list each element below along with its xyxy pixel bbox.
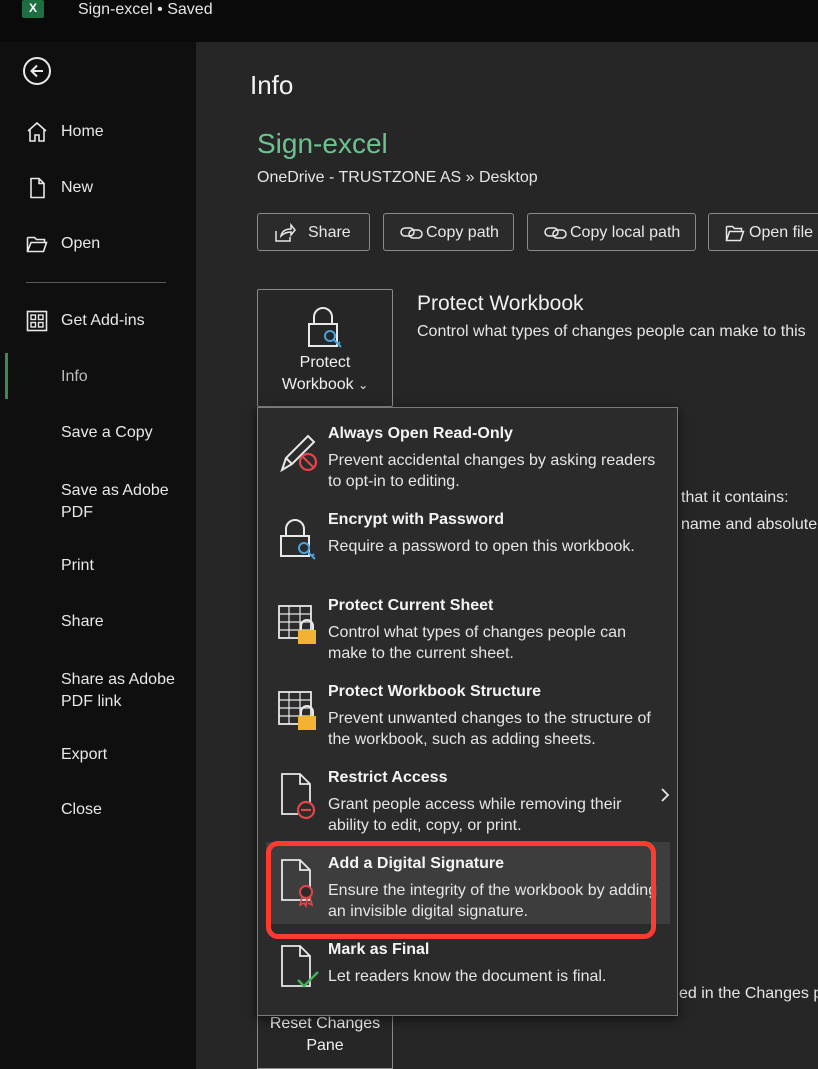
share-icon (275, 223, 296, 242)
sidebar-item-share-as-adobe-pdf-link[interactable]: Share as Adobe PDF link (0, 664, 196, 714)
workbook-lock-icon (278, 691, 316, 730)
pencil-blocked-icon (280, 434, 318, 473)
menu-item-encrypt-with-password[interactable]: Encrypt with Password Require a password… (266, 498, 670, 580)
protect-tile-line2: Workbook (281, 376, 354, 393)
menu-item-desc: Require a password to open this workbook… (328, 538, 635, 555)
folder-open-icon (725, 225, 745, 242)
sidebar-item-label: Save as Adobe PDF (61, 482, 169, 521)
document-restrict-icon (281, 773, 316, 820)
inspect-text-fragment-1: that it contains: (681, 489, 789, 506)
link-icon (400, 227, 423, 239)
open-file-location-button[interactable]: Open file (708, 213, 818, 251)
copy-local-path-button[interactable]: Copy local path (527, 213, 696, 251)
sidebar-item-get-add-ins[interactable]: Get Add-ins (0, 301, 196, 341)
inspect-text-fragment-2: name and absolute (681, 516, 818, 533)
lock-key-icon (308, 307, 342, 348)
sidebar-item-label: Close (61, 801, 102, 818)
file-path: OneDrive - TRUSTZONE AS » Desktop (257, 169, 538, 186)
menu-item-title: Protect Current Sheet (328, 597, 494, 614)
sidebar-item-label: Print (61, 557, 94, 574)
menu-item-protect-current-sheet[interactable]: Protect Current Sheet Control what types… (266, 584, 670, 666)
sidebar-item-label: Get Add-ins (61, 312, 145, 329)
sidebar-item-save-a-copy[interactable]: Save a Copy (0, 413, 196, 453)
menu-item-title: Mark as Final (328, 941, 430, 958)
new-document-icon (30, 177, 45, 199)
menu-item-desc: Prevent accidental changes by asking rea… (328, 452, 656, 490)
sidebar-item-label: Save a Copy (61, 424, 153, 441)
menu-item-title: Protect Workbook Structure (328, 683, 542, 700)
menu-item-mark-as-final[interactable]: Mark as Final Let readers know the docum… (266, 928, 670, 1010)
sidebar-item-open[interactable]: Open (0, 224, 196, 264)
sidebar-item-share[interactable]: Share (0, 602, 196, 642)
sidebar-item-label: Share as Adobe PDF link (61, 671, 175, 710)
protect-tile-line1: Protect (299, 354, 351, 371)
share-button[interactable]: Share (257, 213, 370, 251)
menu-item-desc: Grant people access while removing their… (328, 796, 622, 834)
excel-app-icon: X (22, 0, 44, 18)
sheet-lock-icon (278, 605, 316, 644)
menu-item-restrict-access[interactable]: Restrict Access Grant people access whil… (266, 756, 670, 838)
backstage-sidebar: Home New Open Get Add-ins Info Save a Co… (0, 42, 196, 1069)
sidebar-item-label: New (61, 179, 94, 196)
sidebar-item-label: Share (61, 613, 104, 630)
menu-item-desc: Control what types of changes people can… (328, 624, 626, 662)
back-arrow-icon[interactable] (23, 57, 51, 85)
sidebar-item-label: Export (61, 746, 108, 763)
document-check-icon (281, 945, 319, 988)
grid-icon (26, 310, 48, 332)
sidebar-item-label: Home (61, 123, 104, 140)
sidebar-item-home[interactable]: Home (0, 112, 196, 152)
page-title: Info (250, 70, 294, 100)
chevron-down-icon: ⌄ (358, 378, 369, 392)
sidebar-divider (26, 282, 166, 283)
menu-item-desc: Prevent unwanted changes to the structur… (328, 710, 651, 748)
protect-section-title: Protect Workbook (417, 292, 584, 315)
home-icon (27, 121, 47, 142)
changes-text-fragment: ed in the Changes p (679, 985, 818, 1002)
title-bar: X Sign-excel • Saved (0, 0, 818, 42)
protect-workbook-button[interactable]: Protect Workbook ⌄ (257, 289, 393, 407)
sidebar-item-close[interactable]: Close (0, 790, 196, 830)
sidebar-item-export[interactable]: Export (0, 735, 196, 775)
sidebar-item-label: Info (61, 368, 88, 385)
chevron-right-icon (661, 788, 670, 802)
protect-section-desc: Control what types of changes people can… (417, 323, 806, 340)
document-name: Sign-excel (78, 1, 153, 18)
save-status: Saved (167, 1, 213, 18)
reset-tile-line1: Reset Changes (269, 1015, 381, 1032)
menu-item-desc: Let readers know the document is final. (328, 968, 607, 985)
sidebar-item-label: Open (61, 235, 101, 252)
menu-item-title: Always Open Read-Only (328, 425, 513, 442)
copy-path-button[interactable]: Copy path (383, 213, 514, 251)
sidebar-item-info[interactable]: Info (0, 353, 196, 399)
menu-item-always-open-read-only[interactable]: Always Open Read-Only Prevent accidental… (266, 412, 670, 494)
title-separator: • (157, 1, 163, 18)
lock-key-icon (280, 519, 316, 560)
file-name: Sign-excel (257, 128, 388, 159)
menu-item-title: Encrypt with Password (328, 511, 505, 528)
sidebar-item-new[interactable]: New (0, 168, 196, 208)
red-highlight-annotation (266, 841, 656, 939)
sidebar-item-save-as-adobe-pdf[interactable]: Save as Adobe PDF (0, 475, 196, 525)
menu-item-title: Restrict Access (328, 769, 448, 786)
reset-tile-line2: Pane (306, 1037, 344, 1054)
folder-open-icon (26, 236, 48, 253)
menu-item-protect-workbook-structure[interactable]: Protect Workbook Structure Prevent unwan… (266, 670, 670, 752)
link-icon (544, 227, 567, 239)
document-title: Sign-excel • Saved (78, 0, 213, 20)
sidebar-item-print[interactable]: Print (0, 546, 196, 586)
